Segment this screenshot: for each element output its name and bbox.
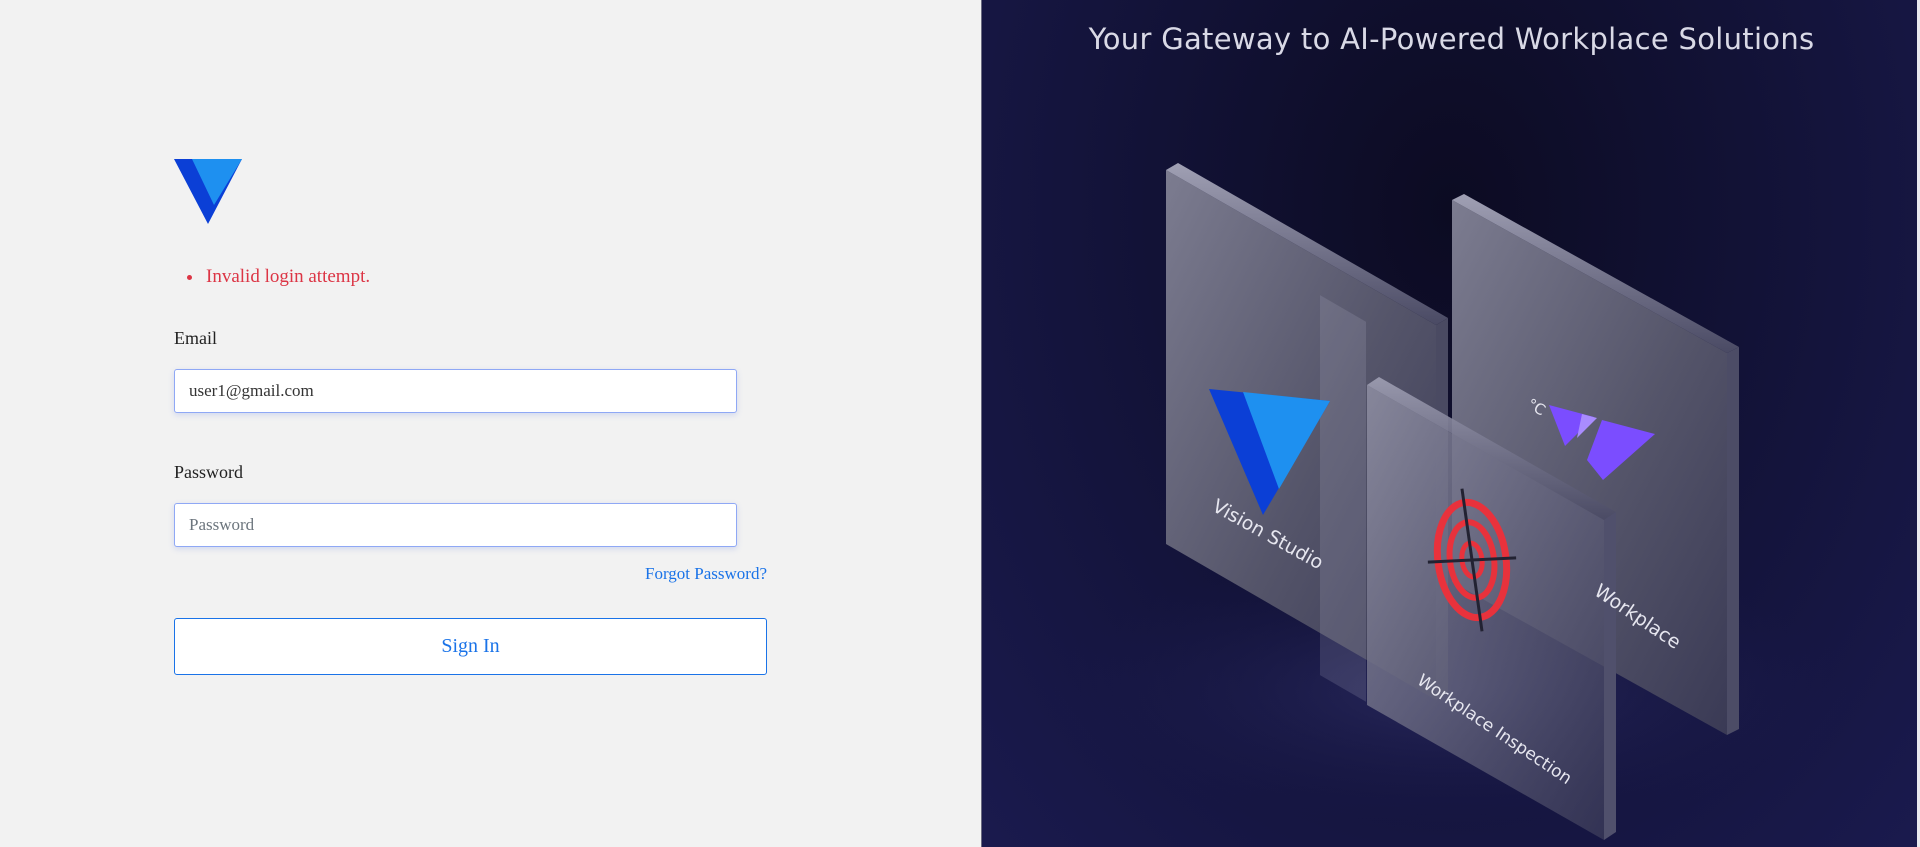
password-input[interactable]: [174, 503, 737, 547]
brand-logo-icon: [174, 159, 242, 224]
hero-illustration: Vision Studio Workplace Inspection °C Wo…: [1052, 163, 1852, 840]
error-message: Invalid login attempt.: [204, 266, 370, 288]
email-input[interactable]: [174, 369, 737, 413]
forgot-password-link[interactable]: Forgot Password?: [645, 564, 767, 584]
login-page: Invalid login attempt. Email Password Fo…: [0, 0, 1920, 847]
sign-in-button[interactable]: Sign In: [174, 618, 767, 675]
validation-summary: Invalid login attempt.: [204, 266, 370, 288]
hero-tagline: Your Gateway to AI-Powered Workplace Sol…: [1088, 22, 1815, 56]
hero-section: Vision Studio Workplace Inspection °C Wo…: [981, 0, 1920, 847]
email-label: Email: [174, 328, 217, 348]
login-section: Invalid login attempt. Email Password Fo…: [0, 0, 981, 847]
password-label: Password: [174, 462, 244, 482]
